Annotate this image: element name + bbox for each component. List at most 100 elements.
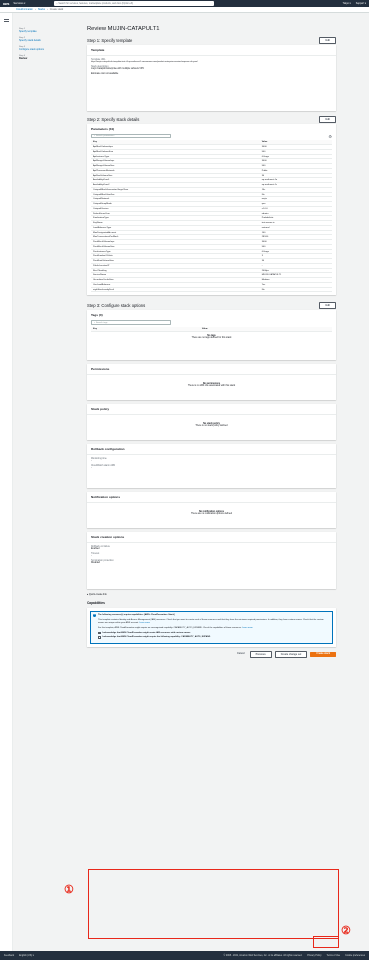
quick-create-link[interactable]: ▸ Quick-create link (87, 593, 336, 596)
footer-bar: Feedback English (US) ▾ © 2008 - 2021, A… (0, 951, 369, 960)
breadcrumb-separator: › (35, 8, 36, 11)
alert-body-text: This template contains Identity and Acce… (98, 619, 324, 625)
column-header-value[interactable]: Value (199, 326, 332, 332)
monitoring-time-value: - (91, 460, 92, 463)
step1-header: Step 1: Specify template Edit (87, 36, 336, 45)
wizard-step-3[interactable]: Step 3 Configure stack options (19, 46, 81, 51)
step1-heading: Step 1: Specify template (87, 38, 133, 43)
step3-header: Step 3: Configure stack options Edit (87, 301, 336, 310)
learn-more-link[interactable]: Learn more (242, 627, 253, 629)
ack-auto-expand-checkbox-row[interactable]: I acknowledge that AWS CloudFormation mi… (98, 636, 329, 639)
tags-empty-state: No tags There are no tags defined for th… (91, 332, 332, 342)
wizard-step-2[interactable]: Step 2 Specify stack details (19, 37, 81, 42)
edit-step3-button[interactable]: Edit (319, 302, 336, 310)
cancel-button[interactable]: Cancel (235, 652, 247, 656)
wizard-step-label[interactable]: Specify template (19, 30, 81, 33)
template-url-value: https://mujin-catapult-cfn-template-test… (91, 61, 198, 63)
parameter-key: nightStacksnodyDecil (91, 287, 260, 293)
empty-subtitle: There are no tags defined for this stack (191, 336, 232, 339)
alert-body: This template contains Identity and Acce… (98, 619, 329, 625)
services-menu[interactable]: Services ▾ (13, 2, 25, 5)
timeout: Timeout - (91, 553, 332, 557)
parameters-table-body: ApiBlockVolumeIops 3000 ApiBlockVolumeSize… (91, 144, 332, 293)
breadcrumb-stacks[interactable]: Stacks (38, 8, 45, 11)
permissions-card-title: Permissions (87, 364, 336, 376)
notification-empty-state: No notification options There are no not… (87, 503, 336, 518)
cloudwatch-alarm: CloudWatch alarm ARN - (91, 465, 332, 469)
breadcrumb-cloudformation[interactable]: CloudFormation (16, 8, 33, 11)
edit-step2-button[interactable]: Edit (319, 116, 336, 123)
ack-auto-expand-label[interactable]: I acknowledge that AWS CloudFormation mi… (102, 636, 210, 638)
parameters-card: Parameters (31) ⌕ Search parameters ⚙ Ke… (87, 124, 336, 296)
rollback-card: Rollback configuration Monitoring time -… (87, 444, 336, 489)
permissions-empty-state: No permissions There is no IAM role asso… (87, 375, 336, 390)
wizard-actions: Cancel Previous Create change set Create… (87, 650, 336, 658)
search-placeholder: Search for services, features, marketpla… (58, 2, 133, 5)
empty-subtitle: There is no IAM role associated with thi… (187, 385, 236, 388)
cloudwatch-alarm-value: - (91, 467, 92, 470)
global-search-input[interactable]: ⌕ Search for services, features, marketp… (54, 1, 215, 6)
main-content: Review MUJIN-CATAPULT1 Step 1: Specify t… (87, 16, 336, 658)
annotation-box-create-stack (313, 936, 339, 948)
breadcrumb: CloudFormation › Stacks › Create stack (0, 7, 369, 13)
template-url: Template URL https://mujin-catapult-cfn-… (91, 59, 332, 63)
privacy-policy-link[interactable]: Privacy Policy (307, 955, 321, 957)
stack-creation-card-title: Stack creation options (87, 532, 336, 544)
cookie-preferences-link[interactable]: Cookie preferences (345, 955, 365, 957)
aws-logo[interactable]: aws (3, 2, 9, 6)
info-icon: i (93, 614, 96, 618)
table-header-row: Key Value (91, 326, 332, 332)
create-stack-button[interactable]: Create stack (310, 651, 336, 657)
stack-policy-card: Stack policy No stack policy There is no… (87, 404, 336, 441)
capabilities-card: i The following resource(s) require capa… (87, 608, 336, 647)
rollback-on-failure: Rollback on failure Enabled (91, 546, 332, 550)
feedback-link[interactable]: Feedback (4, 955, 14, 957)
step2-heading: Step 2: Specify stack details (87, 117, 140, 122)
notification-card-title: Notification options (87, 492, 336, 504)
settings-gear-icon[interactable]: ⚙ (328, 134, 332, 139)
search-placeholder: Search parameters (95, 135, 115, 138)
wizard-step-4: Step 4 Review (19, 55, 81, 60)
annotation-box-capabilities (88, 869, 339, 939)
step3-heading: Step 3: Configure stack options (87, 303, 146, 309)
breadcrumb-create-stack: Create stack (49, 8, 64, 11)
learn-more-link[interactable]: Learn more (139, 622, 150, 624)
parameters-search-input[interactable]: ⌕ Search parameters (91, 134, 171, 139)
annotation-marker-1: ① (64, 884, 74, 896)
wizard-steps: Step 1 Specify template Step 2 Specify s… (19, 28, 81, 64)
terms-of-use-link[interactable]: Terms of Use (327, 955, 341, 957)
menu-icon[interactable] (4, 19, 9, 22)
termination-protection-value: Disabled (91, 562, 100, 565)
wizard-step-label[interactable]: Specify stack details (19, 39, 81, 42)
region-menu[interactable]: Tokyo ▾ (343, 2, 351, 5)
wizard-step-label[interactable]: Configure stack options (19, 48, 81, 51)
previous-button[interactable]: Previous (249, 650, 272, 658)
rollback-card-title: Rollback configuration (87, 444, 336, 456)
tags-card-title: Tags (0) (91, 313, 103, 318)
column-header-key[interactable]: Key (91, 326, 200, 332)
search-placeholder: Search tags (95, 321, 108, 324)
capabilities-alert: i The following resource(s) require capa… (90, 611, 333, 644)
stack-policy-empty-state: No stack policy There is no stack policy… (87, 415, 336, 430)
alert-title: The following resource(s) require capabi… (98, 614, 175, 617)
template-card-title: Template (87, 45, 336, 56)
permissions-card: Permissions No permissions There is no I… (87, 364, 336, 401)
create-change-set-button[interactable]: Create change set (274, 650, 308, 658)
language-selector[interactable]: English (US) ▾ (19, 954, 34, 957)
support-menu[interactable]: Support ▾ (356, 2, 366, 5)
ack-iam-checkbox[interactable] (98, 631, 101, 635)
wizard-step-label: Review (19, 57, 28, 60)
ack-iam-checkbox-row[interactable]: I acknowledge that AWS CloudFormation mi… (98, 631, 329, 635)
table-row: nightStacksnodyDecil No (91, 287, 332, 293)
estimate-cost: Estimate cost not available (91, 73, 119, 75)
step2-header: Step 2: Specify stack details Edit (87, 115, 336, 124)
side-navigation (0, 13, 13, 951)
edit-step1-button[interactable]: Edit (319, 37, 336, 44)
capabilities-heading: Capabilities (87, 601, 105, 606)
tags-search-input[interactable]: ⌕ Search tags (91, 320, 171, 325)
ack-iam-label[interactable]: I acknowledge that AWS CloudFormation mi… (102, 632, 191, 634)
copyright-text: © 2008 - 2021, Amazon Web Services, Inc.… (223, 954, 303, 957)
breadcrumb-separator: › (47, 8, 48, 11)
ack-auto-expand-checkbox[interactable] (98, 636, 101, 639)
wizard-step-1[interactable]: Step 1 Specify template (19, 28, 81, 33)
